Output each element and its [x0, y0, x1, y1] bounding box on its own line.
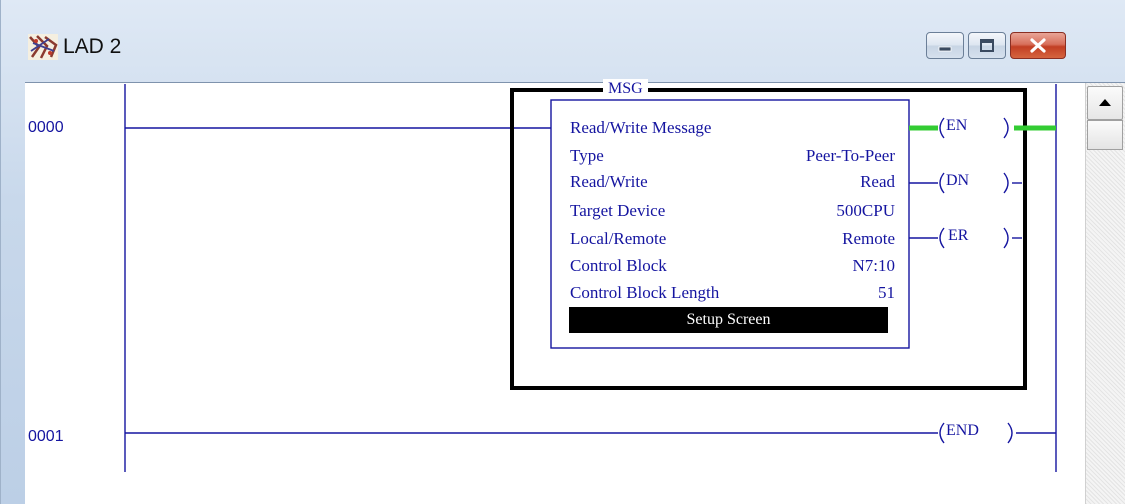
en-output-coil[interactable]: EN: [946, 117, 967, 135]
rung-number-0001[interactable]: 0001: [28, 428, 64, 446]
type-label: Type: [570, 146, 604, 165]
end-instruction[interactable]: END: [946, 422, 979, 440]
local-remote-label: Local/Remote: [570, 229, 667, 248]
er-coil-right-paren: [1003, 227, 1009, 249]
end-right-paren: [1007, 422, 1013, 444]
rung-number-0000[interactable]: 0000: [28, 119, 64, 137]
type-value[interactable]: Peer-To-Peer: [806, 146, 895, 166]
en-coil-left-paren: [939, 117, 945, 139]
setup-screen-button[interactable]: Setup Screen: [569, 307, 888, 333]
en-coil-right-paren: [1003, 117, 1009, 139]
er-output-coil[interactable]: ER: [948, 227, 968, 245]
end-left-paren: [939, 422, 945, 444]
scroll-up-button[interactable]: [1087, 86, 1123, 120]
control-block-value[interactable]: N7:10: [853, 256, 896, 276]
dn-output-coil[interactable]: DN: [946, 172, 969, 190]
dn-coil-left-paren: [939, 172, 945, 194]
msg-block-title: MSG: [603, 79, 648, 99]
up-arrow-icon: [1099, 99, 1111, 106]
er-coil-left-paren: [939, 227, 945, 249]
target-device-label: Target Device: [570, 201, 666, 220]
read-write-value[interactable]: Read: [860, 172, 895, 192]
control-block-length-value[interactable]: 51: [878, 283, 895, 303]
read-write-label: Read/Write: [570, 172, 648, 191]
control-block-label: Control Block: [570, 256, 667, 275]
scrollbar-thumb[interactable]: [1087, 120, 1123, 150]
dn-coil-right-paren: [1003, 172, 1009, 194]
local-remote-value[interactable]: Remote: [842, 229, 895, 249]
control-block-length-label: Control Block Length: [570, 283, 720, 302]
target-device-value[interactable]: 500CPU: [836, 201, 895, 221]
msg-header: Read/Write Message: [570, 118, 712, 137]
